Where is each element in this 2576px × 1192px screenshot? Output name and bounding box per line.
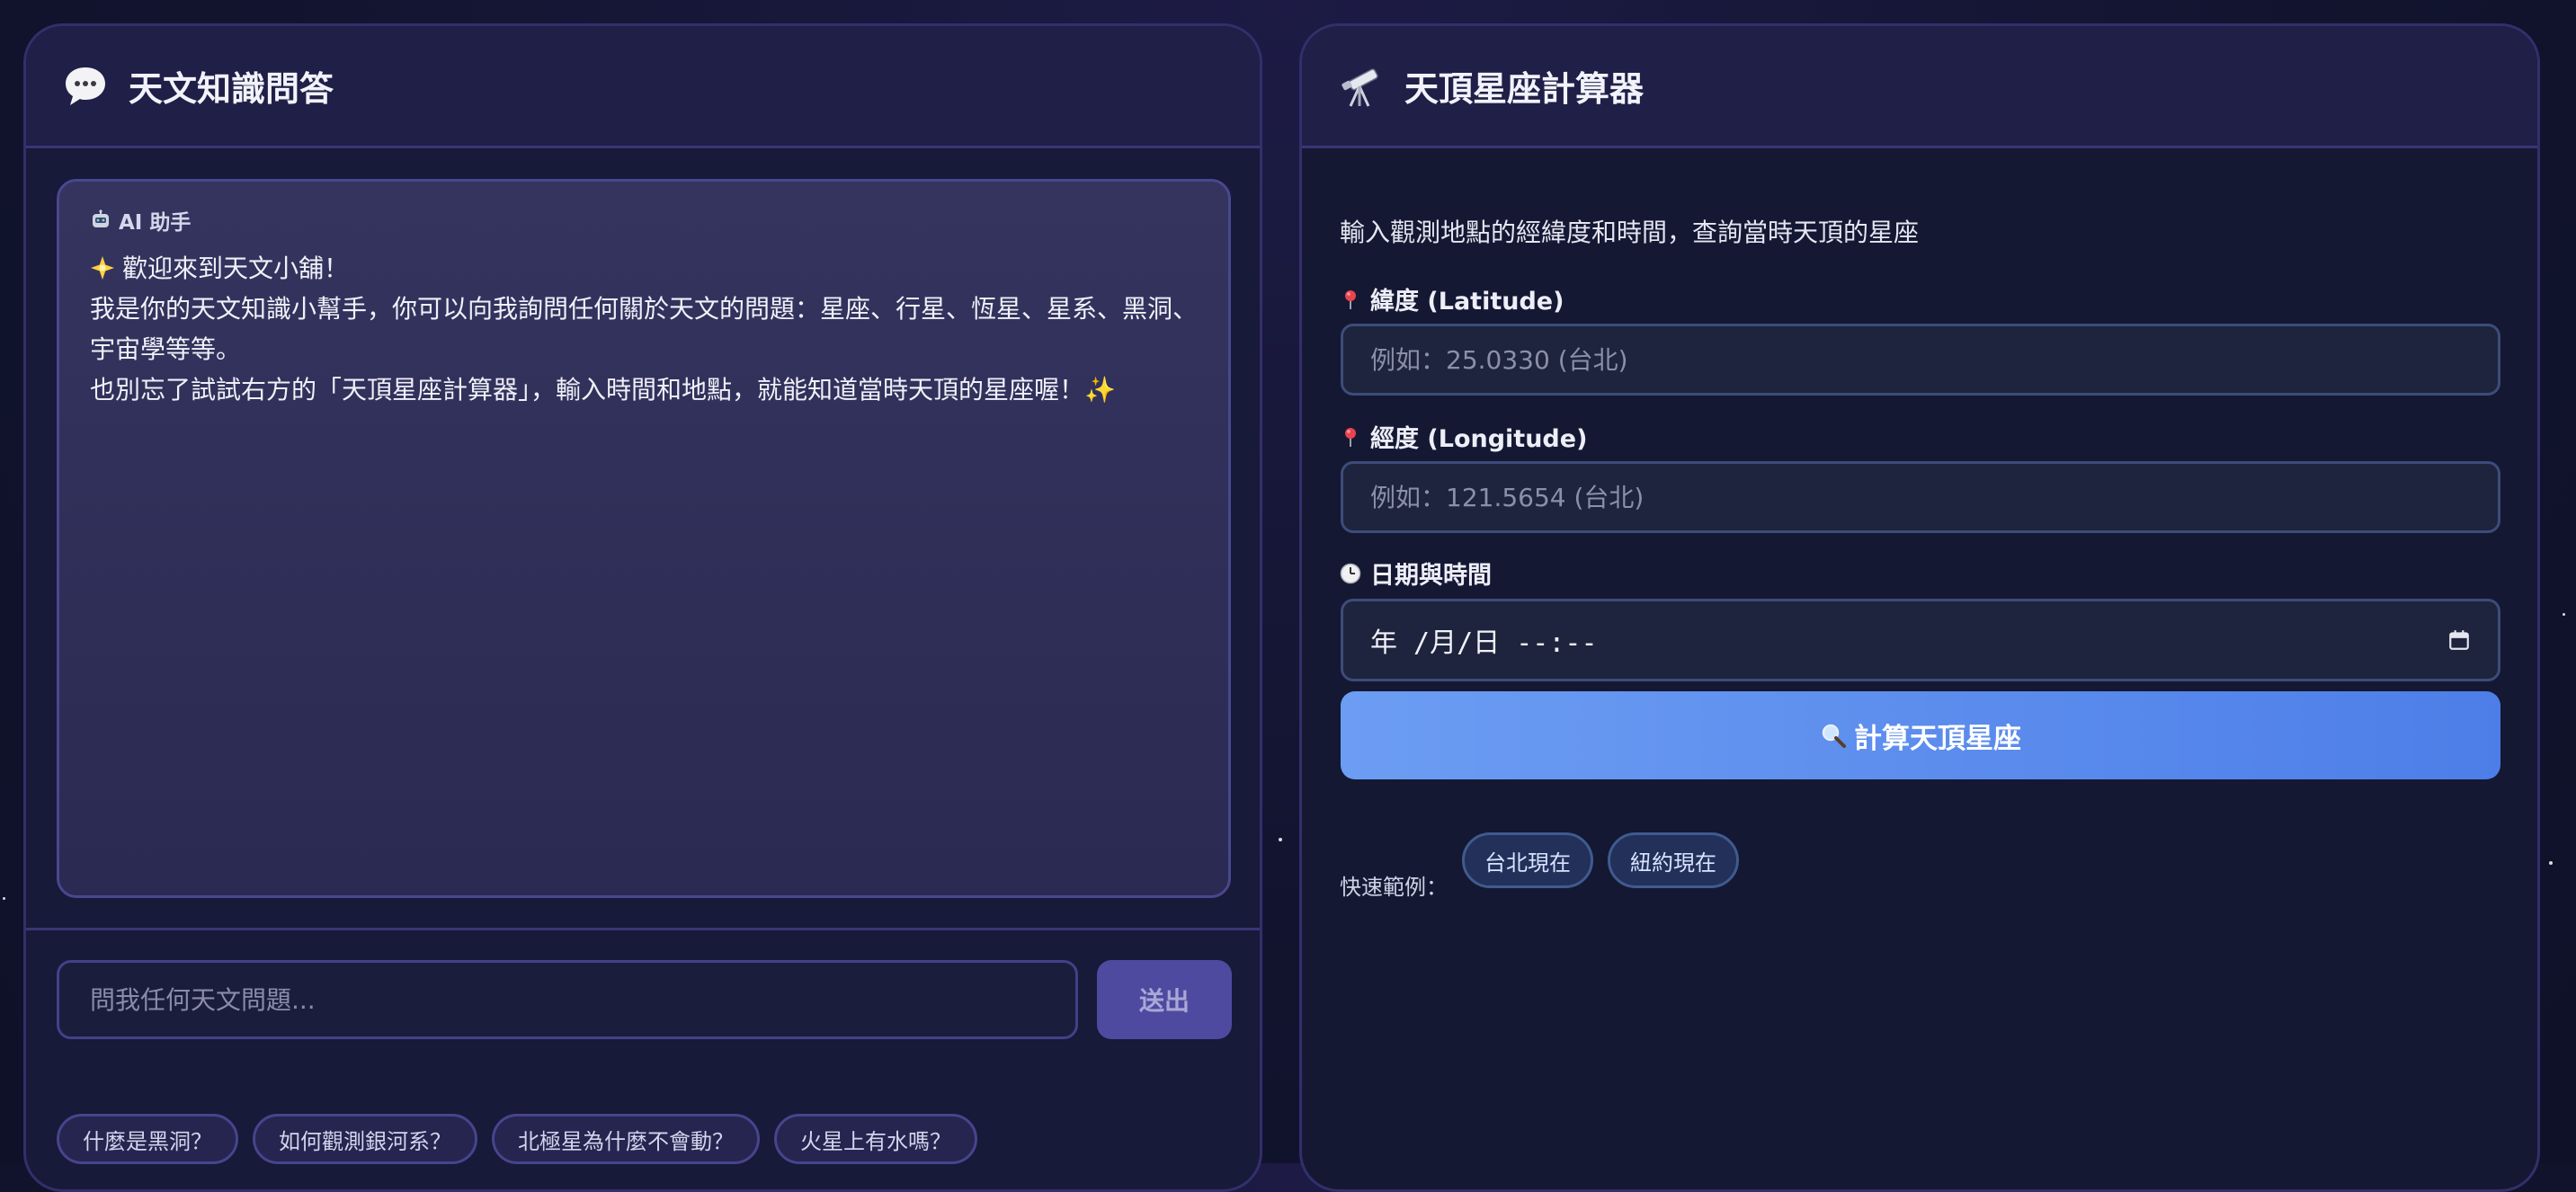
- message-text: 歡迎來到天文小舖！: [122, 254, 350, 283]
- background-star: [1279, 838, 1282, 841]
- longitude-label: 經度 (Longitude): [1340, 419, 1587, 454]
- background-star: [2563, 613, 2565, 616]
- calculator-description: 輸入觀測地點的經緯度和時間，查詢當時天頂的星座: [1340, 218, 1920, 247]
- zenith-calculator-panel: 天頂星座計算器 輸入觀測地點的經緯度和時間，查詢當時天頂的星座 緯度 (Lati…: [1299, 23, 2540, 1192]
- datetime-label: 日期與時間: [1340, 556, 1492, 591]
- quick-examples: 台北現在 紐約現在: [1462, 832, 1739, 888]
- quick-example-taipei-now[interactable]: 台北現在: [1462, 832, 1593, 888]
- suggestion-chip-black-hole[interactable]: 什麼是黑洞？: [57, 1114, 238, 1164]
- longitude-label-text: 經度 (Longitude): [1370, 425, 1588, 453]
- pin-icon: [1345, 289, 1356, 309]
- quick-examples-label: 快速範例：: [1340, 875, 1448, 900]
- sender-name: AI 助手: [119, 211, 192, 235]
- glowing-star-icon: [91, 256, 114, 280]
- calculator-panel-title: 天頂星座計算器: [1404, 69, 1645, 109]
- latitude-label: 緯度 (Latitude): [1340, 281, 1564, 316]
- suggestion-chip-mars-water[interactable]: 火星上有水嗎？: [774, 1114, 977, 1164]
- quick-example-new-york-now[interactable]: 紐約現在: [1608, 832, 1739, 888]
- background-star: [2549, 861, 2553, 865]
- latitude-label-text: 緯度 (Latitude): [1370, 288, 1564, 316]
- qa-panel-title: 天文知識問答: [129, 69, 334, 109]
- datetime-value: 年 /月/日 --:--: [1370, 627, 1598, 659]
- message-line: 宇宙學等等。: [90, 334, 242, 364]
- pin-icon: [1345, 427, 1356, 447]
- suggested-questions: 什麼是黑洞？ 如何觀測銀河系？ 北極星為什麼不會動？ 火星上有水嗎？: [57, 1114, 977, 1164]
- sparkles-icon: ✨: [1084, 375, 1116, 405]
- robot-icon: [93, 209, 109, 227]
- message-line: 我是你的天文知識小幫手，你可以向我詢問任何關於天文的問題：星座、行星、恆星、星系…: [90, 294, 1199, 324]
- speech-bubble-icon: [66, 67, 105, 105]
- suggestion-chip-milky-way[interactable]: 如何觀測銀河系？: [253, 1114, 477, 1164]
- datetime-input[interactable]: 年 /月/日 --:--: [1341, 599, 2500, 681]
- telescope-icon: [1341, 67, 1378, 107]
- message-line-greeting: 歡迎來到天文小舖！: [90, 248, 1198, 289]
- question-input[interactable]: [57, 960, 1078, 1039]
- message-sender: AI 助手: [90, 205, 1198, 236]
- calendar-icon[interactable]: [2447, 628, 2471, 652]
- calculator-panel-header: 天頂星座計算器: [1302, 26, 2537, 148]
- chat-messages-area[interactable]: AI 助手 歡迎來到天文小舖！ 我是你的天文知識小幫手，你可以向我詢問任何關於天…: [57, 179, 1231, 898]
- magnifier-icon: [1822, 724, 1846, 748]
- longitude-input[interactable]: [1341, 461, 2500, 533]
- calculate-button-label: 計算天頂星座: [1854, 722, 2021, 755]
- astronomy-qa-panel: 天文知識問答 AI 助手 歡迎來到天文小舖！ 我是你的天文知識小幫手，你可以向我…: [23, 23, 1262, 1192]
- clock-icon: [1340, 563, 1361, 583]
- chat-input-divider: [26, 928, 1260, 930]
- datetime-label-text: 日期與時間: [1370, 562, 1492, 590]
- qa-panel-header: 天文知識問答: [26, 26, 1260, 148]
- suggestion-chip-polaris[interactable]: 北極星為什麼不會動？: [492, 1114, 760, 1164]
- background-star: [3, 897, 5, 900]
- message-line: 也別忘了試試右方的「天頂星座計算器」，輸入時間和地點，就能知道當時天頂的星座喔！…: [90, 369, 1198, 410]
- message-text: 也別忘了試試右方的「天頂星座計算器」，輸入時間和地點，就能知道當時天頂的星座喔！: [90, 375, 1085, 405]
- send-button[interactable]: 送出: [1097, 960, 1232, 1039]
- latitude-input[interactable]: [1341, 324, 2500, 396]
- calculate-zenith-button[interactable]: 計算天頂星座: [1341, 691, 2500, 779]
